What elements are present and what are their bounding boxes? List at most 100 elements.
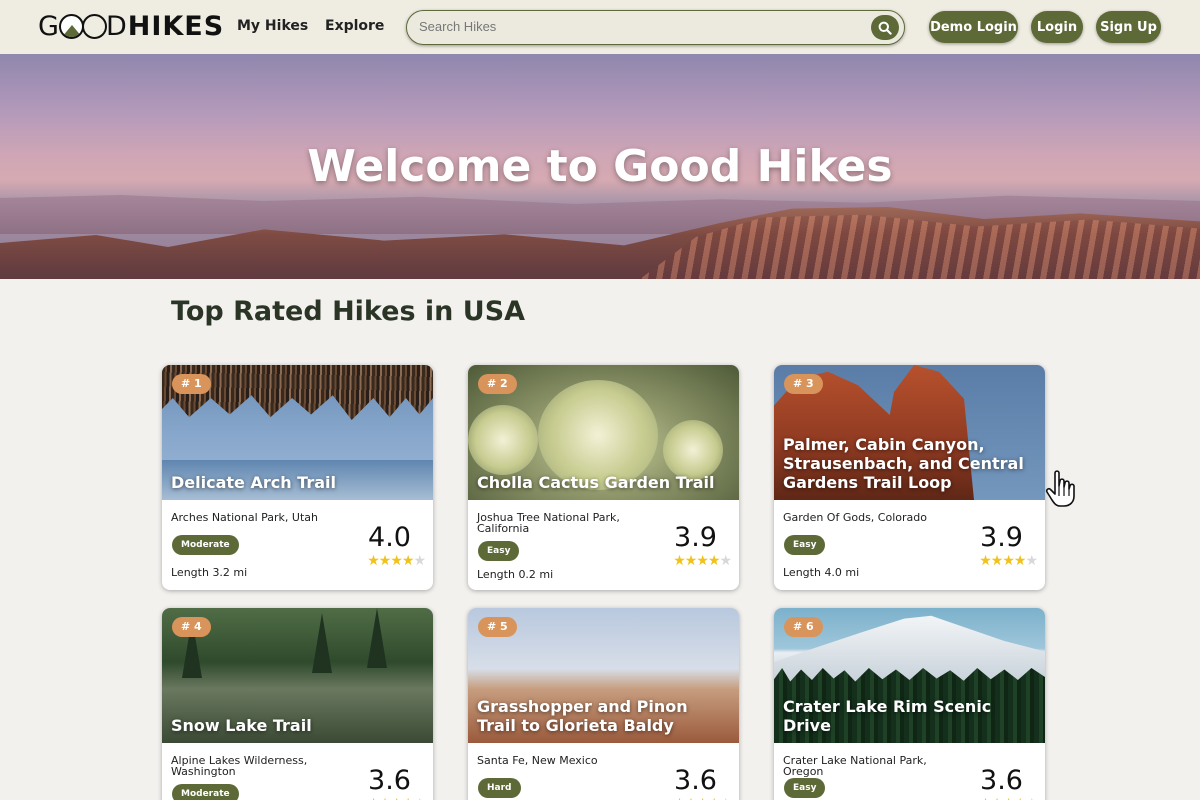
rank-badge: # 3 bbox=[784, 374, 823, 394]
search-icon bbox=[878, 21, 892, 35]
star-rating: ★★★★★ bbox=[673, 553, 732, 569]
hike-location: Joshua Tree National Park, California bbox=[477, 511, 620, 535]
hike-rating: 3.9 bbox=[674, 522, 717, 553]
star-empty-icon: ★ bbox=[413, 796, 426, 800]
nav-my-hikes[interactable]: My Hikes bbox=[237, 18, 308, 34]
star-filled-icon: ★ bbox=[696, 796, 709, 800]
nav-explore[interactable]: Explore bbox=[325, 18, 384, 34]
star-filled-icon: ★ bbox=[401, 553, 415, 569]
star-filled-icon: ★ bbox=[367, 553, 380, 569]
difficulty-badge: Moderate bbox=[172, 535, 239, 555]
star-rating: ★★★★★ bbox=[979, 553, 1038, 569]
star-filled-icon: ★ bbox=[378, 553, 392, 569]
star-filled-icon: ★ bbox=[708, 796, 721, 800]
hike-location: Crater Lake National Park, Oregon bbox=[783, 754, 927, 778]
star-empty-icon: ★ bbox=[719, 553, 732, 569]
section-title: Top Rated Hikes in USA bbox=[171, 296, 526, 327]
sign-up-button[interactable]: Sign Up bbox=[1096, 11, 1161, 43]
hike-rating: 3.9 bbox=[980, 522, 1023, 553]
logo-mountain-icon bbox=[58, 13, 84, 39]
photo-tree bbox=[312, 613, 332, 673]
star-empty-icon: ★ bbox=[1025, 796, 1038, 800]
hike-location: Santa Fe, New Mexico bbox=[477, 754, 598, 767]
search-button[interactable] bbox=[871, 15, 899, 40]
difficulty-badge: Easy bbox=[784, 778, 826, 798]
hike-photo[interactable]: # 6 Crater Lake Rim Scenic Drive bbox=[774, 608, 1045, 743]
hero-title: Welcome to Good Hikes bbox=[307, 141, 893, 192]
rank-badge: # 6 bbox=[784, 617, 823, 637]
hike-card[interactable]: # 4 Snow Lake Trail Alpine Lakes Wildern… bbox=[162, 608, 433, 800]
logo-hikes: HIKES bbox=[127, 10, 225, 42]
difficulty-badge: Easy bbox=[784, 535, 826, 555]
hike-length: Length 3.2 mi bbox=[171, 566, 248, 579]
rank-badge: # 2 bbox=[478, 374, 517, 394]
search-input[interactable] bbox=[419, 19, 859, 34]
hike-photo[interactable]: # 2 Cholla Cactus Garden Trail bbox=[468, 365, 739, 500]
photo-cactus bbox=[663, 420, 723, 480]
hike-card[interactable]: # 6 Crater Lake Rim Scenic Drive Crater … bbox=[774, 608, 1045, 800]
star-filled-icon: ★ bbox=[684, 553, 698, 569]
rank-badge: # 1 bbox=[172, 374, 211, 394]
difficulty-badge: Moderate bbox=[172, 784, 239, 800]
hike-name[interactable]: Snow Lake Trail bbox=[171, 716, 425, 735]
star-filled-icon: ★ bbox=[673, 553, 686, 569]
rank-badge: # 5 bbox=[478, 617, 517, 637]
hand-pointer-cursor bbox=[1045, 470, 1075, 507]
star-rating: ★★★★★ bbox=[979, 796, 1038, 800]
logo-o-icon bbox=[81, 13, 107, 39]
hike-location: Garden Of Gods, Colorado bbox=[783, 511, 927, 524]
star-filled-icon: ★ bbox=[390, 796, 403, 800]
goodhikes-logo[interactable]: G D HIKES bbox=[38, 10, 224, 42]
demo-login-button[interactable]: Demo Login bbox=[929, 11, 1018, 43]
hike-card[interactable]: # 2 Cholla Cactus Garden Trail Joshua Tr… bbox=[468, 365, 739, 590]
star-filled-icon: ★ bbox=[685, 796, 698, 800]
star-filled-icon: ★ bbox=[1002, 796, 1015, 800]
hike-card[interactable]: # 1 Delicate Arch Trail Arches National … bbox=[162, 365, 433, 590]
hike-name[interactable]: Palmer, Cabin Canyon, Strausenbach, and … bbox=[783, 435, 1037, 492]
logo-g: G bbox=[38, 10, 60, 42]
hike-name[interactable]: Delicate Arch Trail bbox=[171, 473, 425, 492]
hero-banner: Welcome to Good Hikes bbox=[0, 54, 1200, 279]
star-filled-icon: ★ bbox=[1013, 553, 1027, 569]
hike-name[interactable]: Cholla Cactus Garden Trail bbox=[477, 473, 731, 492]
difficulty-badge: Hard bbox=[478, 778, 521, 798]
star-filled-icon: ★ bbox=[696, 553, 709, 569]
hike-photo[interactable]: # 5 Grasshopper and Pinon Trail to Glori… bbox=[468, 608, 739, 743]
hike-name[interactable]: Crater Lake Rim Scenic Drive bbox=[783, 697, 1037, 735]
hike-photo[interactable]: # 4 Snow Lake Trail bbox=[162, 608, 433, 743]
hike-photo[interactable]: # 1 Delicate Arch Trail bbox=[162, 365, 433, 500]
photo-cactus bbox=[468, 405, 538, 475]
top-navbar: G D HIKES My Hikes Explore Demo Login Lo… bbox=[0, 0, 1200, 54]
difficulty-badge: Easy bbox=[478, 541, 520, 561]
rank-badge: # 4 bbox=[172, 617, 211, 637]
star-empty-icon: ★ bbox=[719, 796, 732, 800]
star-filled-icon: ★ bbox=[979, 553, 992, 569]
login-button[interactable]: Login bbox=[1031, 11, 1083, 43]
hike-length: Length 4.0 mi bbox=[783, 566, 860, 579]
star-filled-icon: ★ bbox=[979, 796, 992, 800]
hike-location: Alpine Lakes Wilderness, Washington bbox=[171, 754, 308, 778]
star-filled-icon: ★ bbox=[1014, 796, 1027, 800]
hike-rating: 3.6 bbox=[674, 765, 717, 796]
hike-card[interactable]: # 3 Palmer, Cabin Canyon, Strausenbach, … bbox=[774, 365, 1045, 590]
hike-location: Arches National Park, Utah bbox=[171, 511, 318, 524]
hike-rating: 3.6 bbox=[368, 765, 411, 796]
logo-d: D bbox=[105, 10, 128, 42]
star-empty-icon: ★ bbox=[413, 553, 426, 569]
photo-tree bbox=[367, 608, 387, 668]
hike-rating: 3.6 bbox=[980, 765, 1023, 796]
hike-name[interactable]: Grasshopper and Pinon Trail to Glorieta … bbox=[477, 697, 731, 735]
star-filled-icon: ★ bbox=[673, 796, 686, 800]
hike-card[interactable]: # 5 Grasshopper and Pinon Trail to Glori… bbox=[468, 608, 739, 800]
star-filled-icon: ★ bbox=[390, 553, 403, 569]
hike-length: Length 0.2 mi bbox=[477, 568, 554, 581]
star-rating: ★★★★★ bbox=[673, 796, 732, 800]
star-filled-icon: ★ bbox=[402, 796, 415, 800]
star-filled-icon: ★ bbox=[379, 796, 392, 800]
star-filled-icon: ★ bbox=[991, 796, 1004, 800]
star-filled-icon: ★ bbox=[990, 553, 1004, 569]
star-rating: ★★★★★ bbox=[367, 796, 426, 800]
star-rating: ★★★★★ bbox=[367, 553, 426, 569]
hike-photo[interactable]: # 3 Palmer, Cabin Canyon, Strausenbach, … bbox=[774, 365, 1045, 500]
star-filled-icon: ★ bbox=[367, 796, 380, 800]
